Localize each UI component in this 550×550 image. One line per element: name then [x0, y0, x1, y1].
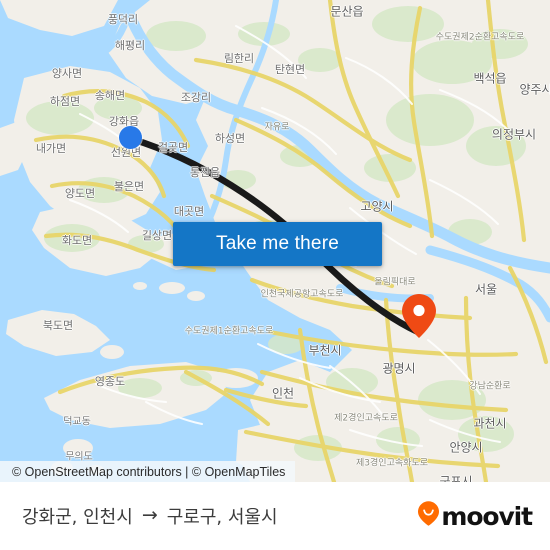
- trip-footer: 강화군, 인천시 → 구로구, 서울시 moovit: [0, 482, 550, 550]
- trip-origin-label: 강화군, 인천시: [22, 507, 133, 528]
- moovit-wordmark: moovit: [441, 501, 533, 531]
- take-me-there-label: Take me there: [216, 233, 339, 254]
- moovit-pin-icon: [418, 501, 440, 531]
- origin-marker[interactable]: [118, 125, 142, 149]
- take-me-there-button[interactable]: Take me there: [173, 222, 382, 266]
- moovit-trip-map-card: 풍덕리 문산읍 해평리 림한리 탄현면 수도권제2순환고속도로 양사면 백석읍 양주시 하점면 송해…: [0, 0, 550, 550]
- arrow-right-icon: →: [141, 503, 158, 526]
- map-attribution-text: © OpenStreetMap contributors | © OpenMap…: [12, 464, 286, 479]
- trip-destination-label: 구로구, 서울시: [166, 507, 278, 528]
- trip-caption: 강화군, 인천시 → 구로구, 서울시: [22, 503, 278, 529]
- map-canvas[interactable]: 풍덕리 문산읍 해평리 림한리 탄현면 수도권제2순환고속도로 양사면 백석읍 양주시 하점면 송해…: [0, 0, 550, 482]
- map-attribution[interactable]: © OpenStreetMap contributors | © OpenMap…: [0, 461, 296, 482]
- destination-marker[interactable]: [402, 294, 436, 338]
- moovit-logo[interactable]: moovit: [418, 501, 533, 531]
